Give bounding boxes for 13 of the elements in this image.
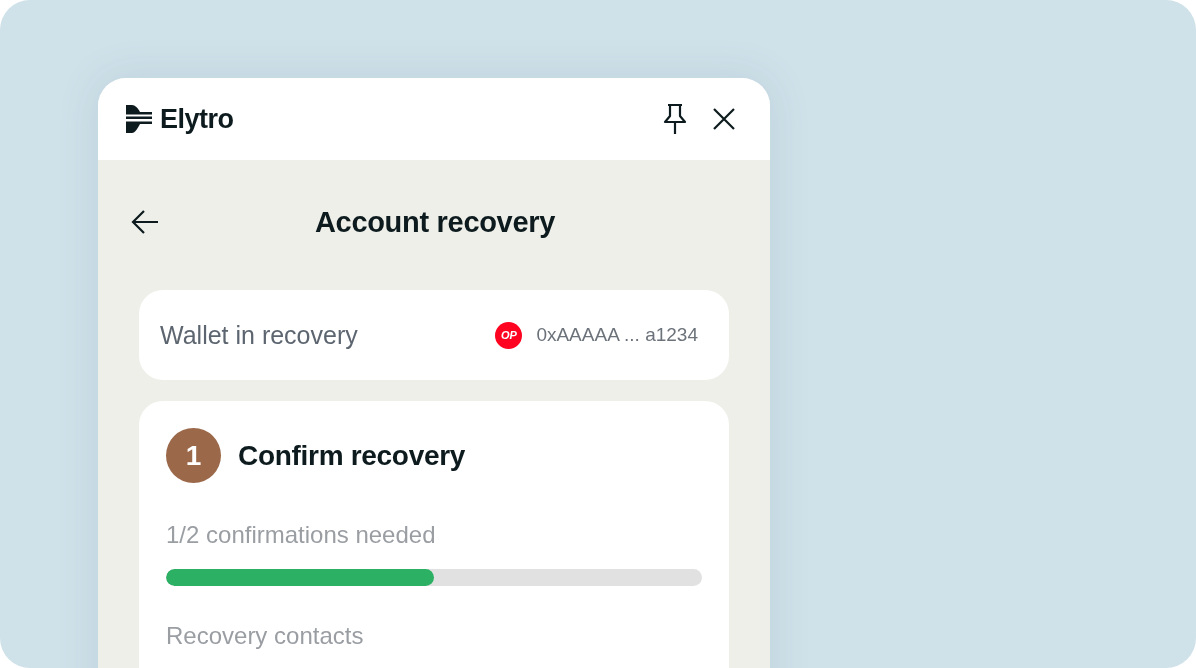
network-badge: OP: [495, 321, 523, 349]
wallet-address: 0xAAAAA ... a1234: [536, 324, 698, 346]
brand-name: Elytro: [160, 103, 234, 135]
close-button[interactable]: [712, 107, 736, 131]
back-button[interactable]: [130, 209, 160, 235]
section-label: Recovery contacts: [166, 622, 365, 650]
page-title: Account recovery: [313, 205, 557, 239]
logo-icon: [126, 105, 152, 133]
progress-text: 1/2 confirmations needed: [166, 521, 437, 549]
step-title: Confirm recovery: [238, 439, 466, 472]
step-number: 1: [166, 428, 221, 483]
wallet-label: Wallet in recovery: [160, 320, 359, 350]
pin-button[interactable]: [662, 103, 688, 135]
